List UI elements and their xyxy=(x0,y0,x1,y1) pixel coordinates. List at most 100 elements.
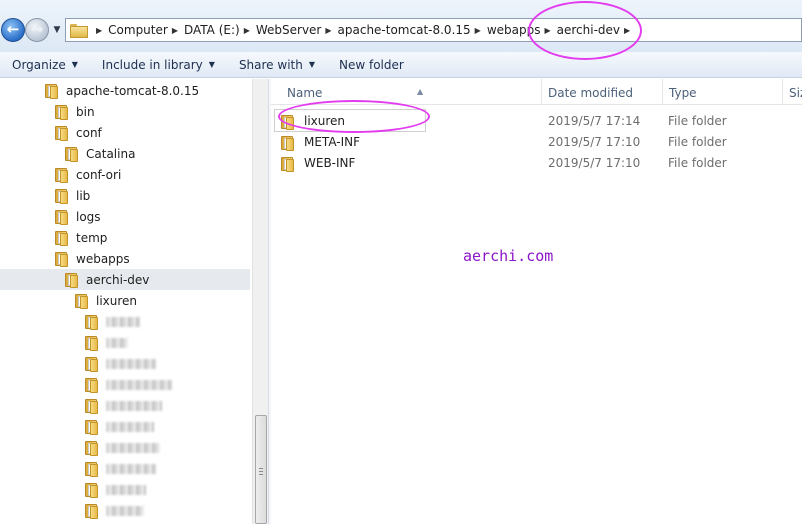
redacted-label xyxy=(106,316,140,327)
tree-item-redacted[interactable] xyxy=(85,353,156,374)
folder-icon xyxy=(55,230,69,246)
column-header-label: Name xyxy=(287,86,323,100)
chevron-down-icon: ▼ xyxy=(53,25,61,35)
tree-item-webapps[interactable]: webapps xyxy=(55,248,130,269)
tree-item-label: aerchi-dev xyxy=(86,272,150,287)
folder-icon xyxy=(45,83,59,99)
folder-icon xyxy=(55,167,69,183)
folder-icon xyxy=(85,314,99,330)
tree-item-logs[interactable]: logs xyxy=(55,206,101,227)
folder-icon xyxy=(55,251,69,267)
tree-item-temp[interactable]: temp xyxy=(55,227,107,248)
tree-item-label: logs xyxy=(76,209,101,224)
folder-icon xyxy=(70,24,88,38)
tree-item-redacted[interactable] xyxy=(85,437,160,458)
redacted-label xyxy=(106,463,156,474)
folder-icon xyxy=(85,503,99,519)
sort-ascending-icon: ▲ xyxy=(417,87,424,96)
tree-item-label: temp xyxy=(76,230,108,245)
breadcrumb-item-computer[interactable]: Computer xyxy=(108,23,168,37)
back-button[interactable]: ← xyxy=(1,18,25,42)
column-header-size[interactable]: Siz xyxy=(783,79,802,105)
chevron-right-icon[interactable]: ▶ xyxy=(96,26,102,35)
column-header-label: Date modified xyxy=(548,86,634,100)
share-with-label: Share with xyxy=(238,57,303,72)
arrow-left-icon: ← xyxy=(6,20,20,38)
tree-item-bin[interactable]: bin xyxy=(55,101,95,122)
file-row-meta-inf[interactable]: META-INF 2019/5/7 17:10 File folder xyxy=(279,132,800,153)
folder-icon xyxy=(55,104,69,120)
annotation-ellipse-breadcrumb xyxy=(528,1,642,60)
tree-item-redacted[interactable] xyxy=(85,416,154,437)
file-name-cell: META-INF xyxy=(279,132,360,153)
tree-item-redacted[interactable] xyxy=(85,500,144,521)
folder-icon xyxy=(55,209,69,225)
navigation-scrollbar[interactable] xyxy=(252,79,268,524)
navigation-pane[interactable]: apache-tomcat-8.0.15 bin conf Catalina c… xyxy=(0,79,252,524)
tree-item-redacted[interactable] xyxy=(85,395,162,416)
chevron-down-icon: ▼ xyxy=(71,60,78,69)
tree-item-label: lixuren xyxy=(96,293,138,308)
tree-item-lixuren[interactable]: lixuren xyxy=(75,290,137,311)
tree-item-label: conf xyxy=(76,125,102,140)
tree-item-redacted[interactable] xyxy=(85,479,146,500)
redacted-label xyxy=(106,379,172,390)
watermark-text: aerchi.com xyxy=(463,247,554,265)
folder-icon xyxy=(281,156,295,172)
tree-item-label: Catalina xyxy=(86,146,136,161)
file-type: File folder xyxy=(668,114,727,128)
tree-item-conf-ori[interactable]: conf-ori xyxy=(55,164,121,185)
file-row-web-inf[interactable]: WEB-INF 2019/5/7 17:10 File folder xyxy=(279,153,800,174)
chevron-right-icon[interactable]: ▶ xyxy=(475,26,481,35)
tree-item-redacted[interactable] xyxy=(85,311,140,332)
tree-item-conf[interactable]: conf xyxy=(55,122,102,143)
folder-icon xyxy=(85,440,99,456)
tree-item-redacted[interactable] xyxy=(85,458,156,479)
scrollbar-thumb[interactable] xyxy=(255,415,267,524)
folder-icon xyxy=(85,335,99,351)
folder-icon xyxy=(85,419,99,435)
folder-icon xyxy=(85,482,99,498)
column-header-date-modified[interactable]: Date modified xyxy=(542,79,663,105)
redacted-label xyxy=(106,421,154,432)
annotation-ellipse-lixuren xyxy=(278,100,430,133)
file-date: 2019/5/7 17:10 xyxy=(548,156,641,170)
file-name: WEB-INF xyxy=(304,156,356,170)
redacted-label xyxy=(106,484,146,495)
tree-item-apache-tomcat[interactable]: apache-tomcat-8.0.15 xyxy=(45,80,199,101)
folder-icon xyxy=(85,356,99,372)
new-folder-button[interactable]: New folder xyxy=(327,58,416,72)
folder-icon xyxy=(55,125,69,141)
folder-icon xyxy=(85,377,99,393)
tree-item-redacted[interactable] xyxy=(85,374,172,395)
tree-item-lib[interactable]: lib xyxy=(55,185,90,206)
tree-item-redacted[interactable] xyxy=(85,332,128,353)
folder-icon xyxy=(85,398,99,414)
redacted-label xyxy=(106,505,144,516)
folder-icon xyxy=(55,188,69,204)
column-header-type[interactable]: Type xyxy=(663,79,783,105)
breadcrumb-item-webserver[interactable]: WebServer xyxy=(256,23,322,37)
organize-button[interactable]: Organize ▼ xyxy=(0,58,90,72)
forward-button[interactable]: → xyxy=(25,18,49,42)
file-type: File folder xyxy=(668,135,727,149)
redacted-label xyxy=(106,358,156,369)
chevron-right-icon[interactable]: ▶ xyxy=(244,26,250,35)
include-in-library-button[interactable]: Include in library ▼ xyxy=(90,58,227,72)
chevron-right-icon[interactable]: ▶ xyxy=(172,26,178,35)
breadcrumb-item-data-drive[interactable]: DATA (E:) xyxy=(184,23,240,37)
organize-label: Organize xyxy=(12,57,66,72)
share-with-button[interactable]: Share with ▼ xyxy=(227,58,327,72)
redacted-label xyxy=(106,442,160,453)
folder-icon xyxy=(65,146,79,162)
redacted-label xyxy=(106,337,128,348)
tree-item-aerchi-dev[interactable]: aerchi-dev xyxy=(0,269,250,290)
breadcrumb-item-tomcat[interactable]: apache-tomcat-8.0.15 xyxy=(338,23,471,37)
recent-pages-dropdown[interactable]: ▼ xyxy=(51,24,63,36)
file-list[interactable]: ▲ Name Date modified Type Siz lixuren 20… xyxy=(271,79,802,524)
chevron-right-icon[interactable]: ▶ xyxy=(325,26,331,35)
folder-icon xyxy=(65,272,79,288)
tree-item-catalina[interactable]: Catalina xyxy=(65,143,135,164)
breadcrumb[interactable]: ▶ Computer ▶ DATA (E:) ▶ WebServer ▶ apa… xyxy=(65,18,802,42)
folder-icon xyxy=(85,461,99,477)
